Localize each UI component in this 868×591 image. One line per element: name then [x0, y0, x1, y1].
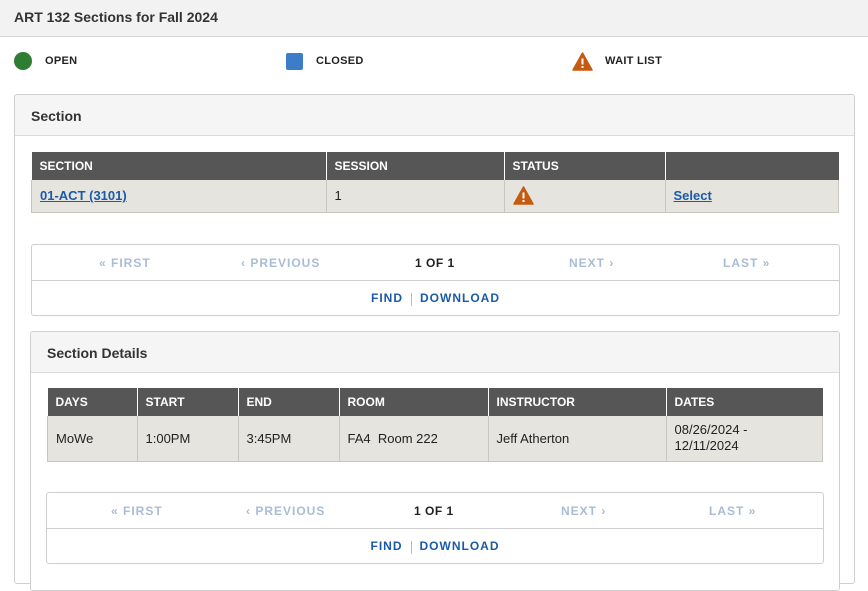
status-cell [504, 180, 666, 213]
table-row: MoWe 1:00PM 3:45PM FA4 Room 222 Jeff Ath… [47, 416, 823, 462]
legend-closed: CLOSED [286, 51, 364, 71]
pager-actions: FIND DOWNLOAD [32, 281, 839, 316]
section-link[interactable]: 01-ACT (3101) [40, 188, 127, 203]
table-row: 01-ACT (3101) 1 Select [31, 180, 839, 213]
legend-waitlist: WAIT LIST [572, 51, 662, 71]
previous-page-button[interactable]: ‹ PREVIOUS [241, 256, 320, 270]
legend-open-label: OPEN [45, 55, 78, 67]
details-table: DAYS START END ROOM INSTRUCTOR DATES MoW… [47, 388, 823, 462]
legend-waitlist-label: WAIT LIST [605, 55, 663, 67]
col-session: SESSION [326, 152, 505, 180]
find-button[interactable]: FIND [371, 291, 403, 305]
col-instructor: INSTRUCTOR [488, 388, 667, 416]
section-details-panel: Section Details DAYS START END ROOM INST… [30, 331, 840, 591]
instructor-cell: Jeff Atherton [488, 416, 667, 462]
section-panel: Section SECTION SESSION STATUS 01-ACT (3… [14, 94, 855, 591]
legend-open: OPEN [14, 51, 77, 71]
page-header: ART 132 Sections for Fall 2024 [0, 0, 868, 37]
col-dates: DATES [666, 388, 823, 416]
action-cell: Select [665, 180, 839, 213]
waitlist-warning-icon [572, 51, 593, 71]
waitlist-warning-icon [512, 186, 534, 205]
section-details-header: Section Details [31, 332, 839, 373]
action-divider [411, 293, 412, 306]
section-cell: 01-ACT (3101) [31, 180, 327, 213]
page-title: ART 132 Sections for Fall 2024 [14, 9, 218, 25]
first-page-button[interactable]: « FIRST [99, 256, 151, 270]
col-section: SECTION [31, 152, 327, 180]
download-button[interactable]: DOWNLOAD [420, 291, 500, 305]
download-button[interactable]: DOWNLOAD [420, 539, 500, 553]
days-cell: MoWe [47, 416, 138, 462]
previous-page-button[interactable]: ‹ PREVIOUS [246, 504, 325, 518]
col-start: START [137, 388, 239, 416]
section-pager: « FIRST ‹ PREVIOUS 1 OF 1 NEXT › LAST » … [31, 244, 840, 316]
details-pager: « FIRST ‹ PREVIOUS 1 OF 1 NEXT › LAST » … [46, 492, 824, 564]
next-page-button[interactable]: NEXT › [569, 256, 614, 270]
action-divider [410, 541, 412, 554]
pager-nav: « FIRST ‹ PREVIOUS 1 OF 1 NEXT › LAST » [32, 245, 839, 281]
pager-actions: FIND DOWNLOAD [47, 529, 823, 564]
next-page-button[interactable]: NEXT › [561, 504, 606, 518]
start-cell: 1:00PM [137, 416, 239, 462]
section-details-title: Section Details [47, 345, 148, 361]
col-action [665, 152, 839, 180]
col-room: ROOM [339, 388, 489, 416]
dates-cell: 08/26/2024 - 12/11/2024 [666, 416, 823, 462]
section-panel-title: Section [31, 108, 82, 124]
end-cell: 3:45PM [238, 416, 340, 462]
section-table: SECTION SESSION STATUS 01-ACT (3101) 1 S… [31, 152, 839, 213]
find-button[interactable]: FIND [371, 539, 403, 553]
col-days: DAYS [47, 388, 138, 416]
col-end: END [238, 388, 340, 416]
col-status: STATUS [504, 152, 666, 180]
section-panel-header: Section [15, 95, 854, 136]
session-cell: 1 [326, 180, 505, 213]
legend-closed-label: CLOSED [316, 55, 364, 67]
pager-nav: « FIRST ‹ PREVIOUS 1 OF 1 NEXT › LAST » [47, 493, 823, 529]
closed-status-icon [286, 52, 303, 70]
room-cell: FA4 Room 222 [339, 416, 489, 462]
first-page-button[interactable]: « FIRST [111, 504, 163, 518]
last-page-button[interactable]: LAST » [723, 256, 770, 270]
page-indicator: 1 OF 1 [415, 256, 455, 270]
open-status-icon [14, 52, 32, 70]
page-indicator: 1 OF 1 [414, 504, 454, 518]
last-page-button[interactable]: LAST » [709, 504, 756, 518]
select-link[interactable]: Select [674, 188, 712, 203]
